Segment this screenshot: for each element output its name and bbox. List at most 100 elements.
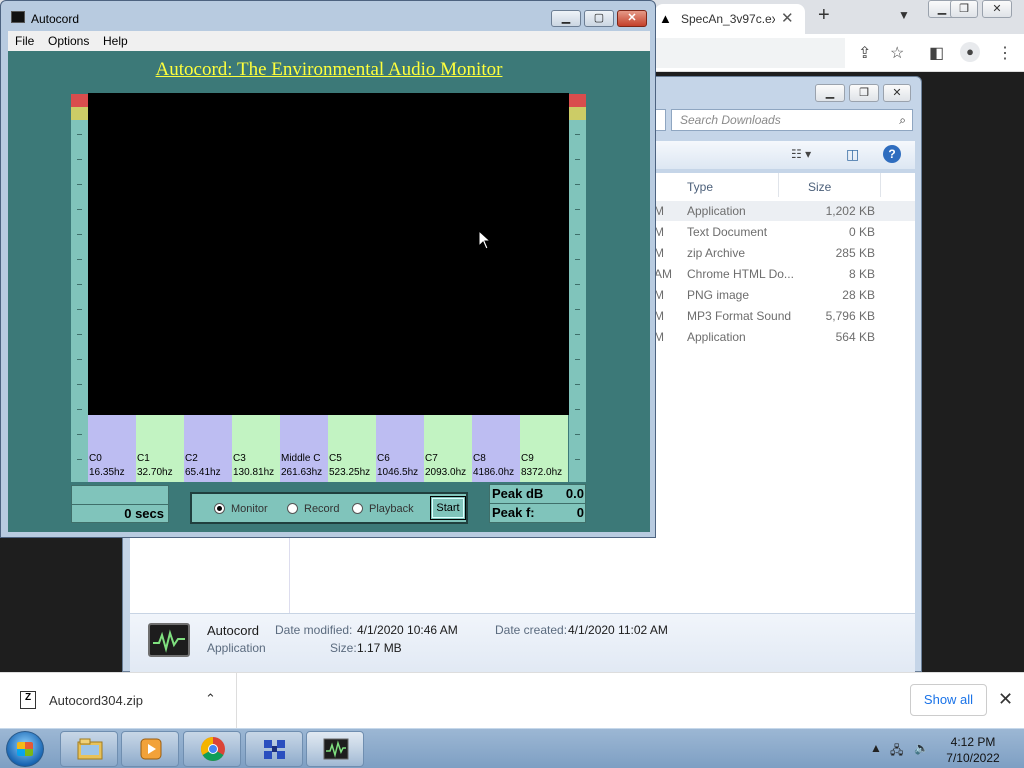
band-note: C2	[185, 453, 198, 464]
file-row[interactable]: M Application 564 KB	[654, 327, 915, 347]
minimize-button[interactable]: ▁	[551, 10, 581, 27]
peak-db-value: 0.0	[565, 486, 584, 501]
file-size: 0 KB	[848, 225, 875, 239]
radio-record-label[interactable]: Record	[304, 503, 339, 515]
column-header-type[interactable]: Type	[687, 180, 713, 194]
file-type: zip Archive	[687, 246, 746, 260]
chevron-up-icon[interactable]: ⌃	[205, 691, 216, 707]
view-options-icon[interactable]: ☷ ▾	[791, 147, 811, 161]
file-size: 8 KB	[848, 267, 875, 281]
show-all-button[interactable]: Show all	[910, 684, 987, 716]
detail-created-label: Date created:	[495, 623, 568, 637]
explorer-restore-button[interactable]: ❐	[849, 84, 879, 102]
tab-close-icon[interactable]: ✕	[781, 9, 794, 27]
zip-file-icon: Z	[20, 691, 36, 709]
chrome-restore-button[interactable]: ❐	[950, 0, 978, 18]
close-download-shelf-icon[interactable]: ✕	[998, 689, 1013, 710]
meter-tick	[77, 309, 82, 310]
menu-file[interactable]: File	[15, 34, 34, 48]
preview-pane-icon[interactable]: ◫	[846, 146, 859, 163]
file-type: Chrome HTML Do...	[687, 267, 794, 281]
clock[interactable]: 4:12 PM 7/10/2022	[940, 734, 1006, 766]
window-title: Autocord	[31, 12, 80, 26]
taskbar-autocord[interactable]	[306, 731, 364, 767]
meter-tick	[77, 284, 82, 285]
band-frequency: 32.70hz	[137, 467, 173, 478]
mouse-cursor-icon	[478, 230, 492, 250]
folder-icon	[77, 738, 103, 760]
file-size: 564 KB	[835, 330, 875, 344]
band-level-cell	[472, 415, 520, 452]
radio-playback[interactable]	[352, 503, 363, 514]
radio-monitor[interactable]	[214, 503, 225, 514]
file-row[interactable]: AM Chrome HTML Do... 8 KB	[654, 264, 915, 284]
start-button[interactable]: Start	[430, 496, 466, 520]
tab-favicon-icon: ▲	[659, 11, 672, 26]
details-pane: Autocord Application Date modified: 4/1/…	[130, 613, 915, 673]
clock-time: 4:12 PM	[950, 735, 996, 749]
band-frequency: 1046.5hz	[377, 467, 419, 478]
radio-monitor-label[interactable]: Monitor	[231, 503, 268, 515]
file-row[interactable]: M MP3 Format Sound 5,796 KB	[654, 306, 915, 326]
column-separator[interactable]	[880, 173, 881, 197]
new-tab-button[interactable]: +	[818, 4, 830, 27]
help-icon[interactable]: ?	[883, 145, 901, 163]
explorer-minimize-button[interactable]: ▁	[815, 84, 845, 102]
file-row[interactable]: M Text Document 0 KB	[654, 222, 915, 242]
peak-f-value: 0	[576, 505, 584, 520]
close-button[interactable]: ✕	[617, 10, 647, 27]
meter-tick	[575, 134, 580, 135]
autocord-icon	[323, 738, 349, 760]
chrome-icon	[200, 737, 225, 762]
search-icon[interactable]: ⌕	[899, 113, 906, 128]
share-icon[interactable]: ⇪	[858, 43, 871, 63]
autocord-window-controls: ▁ ▢ ✕	[551, 10, 647, 28]
taskbar-chrome[interactable]	[183, 731, 241, 767]
band-level-cell	[424, 415, 472, 452]
explorer-close-button[interactable]: ✕	[883, 84, 911, 102]
band-label: C1 32.70hz	[136, 452, 184, 482]
bookmark-star-icon[interactable]: ☆	[890, 43, 904, 63]
network-tray-icon[interactable]: 🖧	[890, 741, 903, 762]
taskbar-media-player[interactable]	[121, 731, 179, 767]
search-input[interactable]: Search Downloads ⌕	[671, 109, 913, 131]
band-label: C0 16.35hz	[88, 452, 136, 482]
meter-tick	[575, 159, 580, 160]
side-panel-icon[interactable]: ◧	[929, 43, 944, 63]
radio-record[interactable]	[287, 503, 298, 514]
file-row[interactable]: M Application 1,202 KB	[654, 201, 915, 221]
file-date-fragment: AM	[654, 267, 672, 281]
start-button[interactable]	[6, 731, 44, 767]
menu-help[interactable]: Help	[103, 34, 128, 48]
file-row[interactable]: M PNG image 28 KB	[654, 285, 915, 305]
volume-icon[interactable]: 🔈	[914, 741, 929, 755]
file-list: Type Size M Application 1,202 KB M Text Docu…	[654, 173, 915, 353]
band-frequency: 65.41hz	[185, 467, 221, 478]
download-filename[interactable]: Autocord304.zip	[49, 693, 143, 708]
meter-yellow-zone	[71, 107, 88, 120]
chrome-menu-icon[interactable]: ⋮	[997, 43, 1013, 63]
meter-tick	[575, 309, 580, 310]
menu-options[interactable]: Options	[48, 34, 89, 48]
show-hidden-icons[interactable]: ▲	[870, 741, 882, 755]
file-row[interactable]: Mzip Archive 285 KB	[654, 243, 915, 263]
profile-avatar-icon[interactable]: ●	[960, 42, 980, 62]
taskbar-network-app[interactable]	[245, 731, 303, 767]
file-type: Application	[687, 204, 746, 218]
autocord-titlebar[interactable]: Autocord ▁ ▢ ✕	[1, 1, 655, 31]
tab-search-button[interactable]: ▼	[898, 8, 910, 22]
chrome-close-button[interactable]: ✕	[982, 0, 1012, 18]
detail-size-value: 1.17 MB	[357, 641, 402, 655]
address-bar[interactable]	[655, 38, 845, 68]
taskbar-explorer[interactable]	[60, 731, 118, 767]
chrome-tab[interactable]: ▲ SpecAn_3v97c.exe ✕	[655, 4, 805, 34]
column-header-size[interactable]: Size	[808, 180, 831, 194]
download-item[interactable]: Z Autocord304.zip ⌃	[0, 673, 237, 729]
file-size: 5,796 KB	[825, 309, 875, 323]
band-level-cell	[88, 415, 136, 452]
radio-playback-label[interactable]: Playback	[369, 503, 414, 515]
file-type: Application	[687, 330, 746, 344]
maximize-button[interactable]: ▢	[584, 10, 614, 27]
band-label: C9 8372.0hz	[520, 452, 568, 482]
column-separator[interactable]	[778, 173, 779, 197]
